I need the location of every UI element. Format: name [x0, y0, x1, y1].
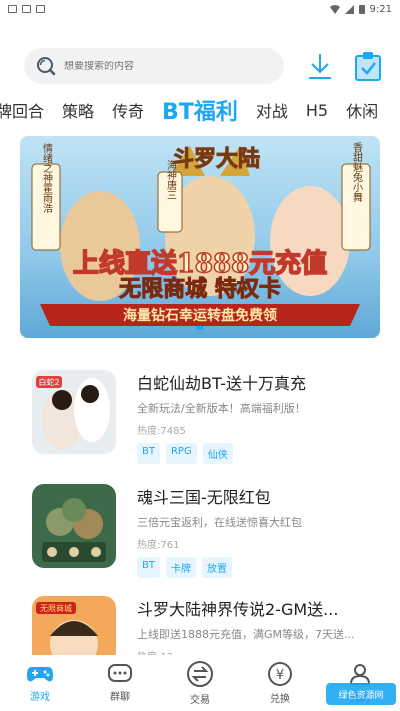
notification-icon — [8, 5, 17, 13]
nav-label: 交易 — [190, 695, 210, 706]
download-button[interactable] — [304, 50, 336, 82]
tab-category[interactable]: 牌回合 — [0, 98, 44, 122]
carousel-indicator — [196, 326, 204, 330]
watermark: 绿色资源网 — [326, 683, 396, 705]
gamepad-icon — [27, 667, 53, 682]
tab-category[interactable]: 对战 — [256, 98, 288, 122]
tab-category-active[interactable]: BT福利 — [162, 94, 238, 126]
tab-category[interactable]: H5 — [306, 101, 328, 120]
system-icons: 9:21 — [329, 3, 392, 15]
char-label-left: 情绪之神霍雨浩 — [41, 142, 53, 214]
game-tag: BT — [137, 443, 160, 464]
status-time: 9:21 — [369, 3, 392, 15]
svg-text:¥: ¥ — [276, 668, 284, 683]
tab-category[interactable]: 休闲 — [346, 98, 378, 122]
nav-label: 游戏 — [30, 692, 50, 703]
banner-artwork: 情绪之神霍雨浩 海神唐三 香甜魅兔小舞 斗罗大陆 上线直送1888元充值 无限商… — [20, 136, 380, 338]
banner-headline: 上线直送1888元充值 — [73, 248, 327, 279]
nav-group-chat[interactable]: 群聊 — [80, 655, 160, 711]
download-icon — [309, 54, 331, 79]
game-thumbnail: 白蛇2 — [32, 370, 116, 454]
battery-icon — [358, 5, 365, 14]
game-list-item[interactable]: 白蛇2 白蛇仙劫BT-送十万真充 全新玩法/全新版本！高端福利版！ 热度:748… — [32, 370, 382, 470]
game-title: 白蛇仙劫BT-送十万真充 — [137, 374, 307, 393]
category-tabs: 牌回合 策略 传奇 BT福利 对战 H5 休闲 — [0, 92, 400, 128]
banner-subheadline: 无限商城 特权卡 — [119, 276, 281, 302]
game-tag: 卡牌 — [165, 557, 196, 578]
game-list-item[interactable]: 魂斗三国-无限红包 三倍元宝返利，在线送惊喜大红包 热度:761 BT 卡牌 放… — [32, 484, 382, 584]
clipboard-check-icon — [355, 52, 381, 81]
yen-coin-icon: ¥ — [268, 662, 292, 686]
status-bar: 9:21 — [0, 0, 400, 18]
promo-banner[interactable]: 情绪之神霍雨浩 海神唐三 香甜魅兔小舞 斗罗大陆 上线直送1888元充值 无限商… — [20, 136, 380, 338]
wifi-icon — [329, 4, 340, 14]
chat-bubble-icon — [108, 664, 132, 682]
game-title: 斗罗大陆神界传说2-GM送... — [137, 600, 339, 619]
tab-category[interactable]: 策略 — [62, 98, 94, 122]
game-popularity: 热度:761 — [137, 540, 180, 551]
search-input[interactable] — [64, 60, 264, 72]
game-description: 全新玩法/全新版本！高端福利版！ — [137, 402, 306, 415]
game-thumbnail — [32, 484, 116, 568]
nav-redeem[interactable]: ¥ 兑换 — [240, 655, 320, 711]
game-title: 魂斗三国-无限红包 — [137, 488, 271, 507]
search-icon — [37, 57, 56, 76]
game-tag: 仙侠 — [202, 443, 233, 464]
game-tag: 放置 — [201, 557, 232, 578]
nav-games[interactable]: 游戏 — [0, 655, 80, 711]
game-tag: BT — [137, 557, 160, 578]
thumbnail-badge: 无限商城 — [40, 603, 72, 613]
task-button[interactable] — [352, 50, 384, 82]
banner-game-title: 斗罗大陆 — [172, 146, 260, 172]
file-notification-icon — [36, 5, 45, 13]
game-tag: RPG — [165, 443, 197, 464]
image-notification-icon — [22, 5, 31, 13]
notification-icons — [8, 5, 45, 13]
signal-icon — [344, 4, 354, 14]
thumbnail-badge: 白蛇2 — [38, 377, 59, 387]
search-bar[interactable] — [24, 48, 284, 84]
game-description: 上线即送1888元充值，满GM等级，7天送... — [137, 628, 355, 641]
nav-trade[interactable]: 交易 — [160, 655, 240, 711]
exchange-arrows-icon — [187, 661, 213, 687]
nav-label: 兑换 — [270, 694, 290, 705]
game-description: 三倍元宝返利，在线送惊喜大红包 — [137, 516, 302, 529]
game-popularity: 热度:7485 — [137, 426, 186, 437]
char-label-right: 香甜魅兔小舞 — [351, 142, 363, 203]
tab-category[interactable]: 传奇 — [112, 98, 144, 122]
nav-label: 群聊 — [110, 692, 130, 703]
banner-ribbon-text: 海量钻石幸运转盘免费领 — [123, 307, 277, 324]
